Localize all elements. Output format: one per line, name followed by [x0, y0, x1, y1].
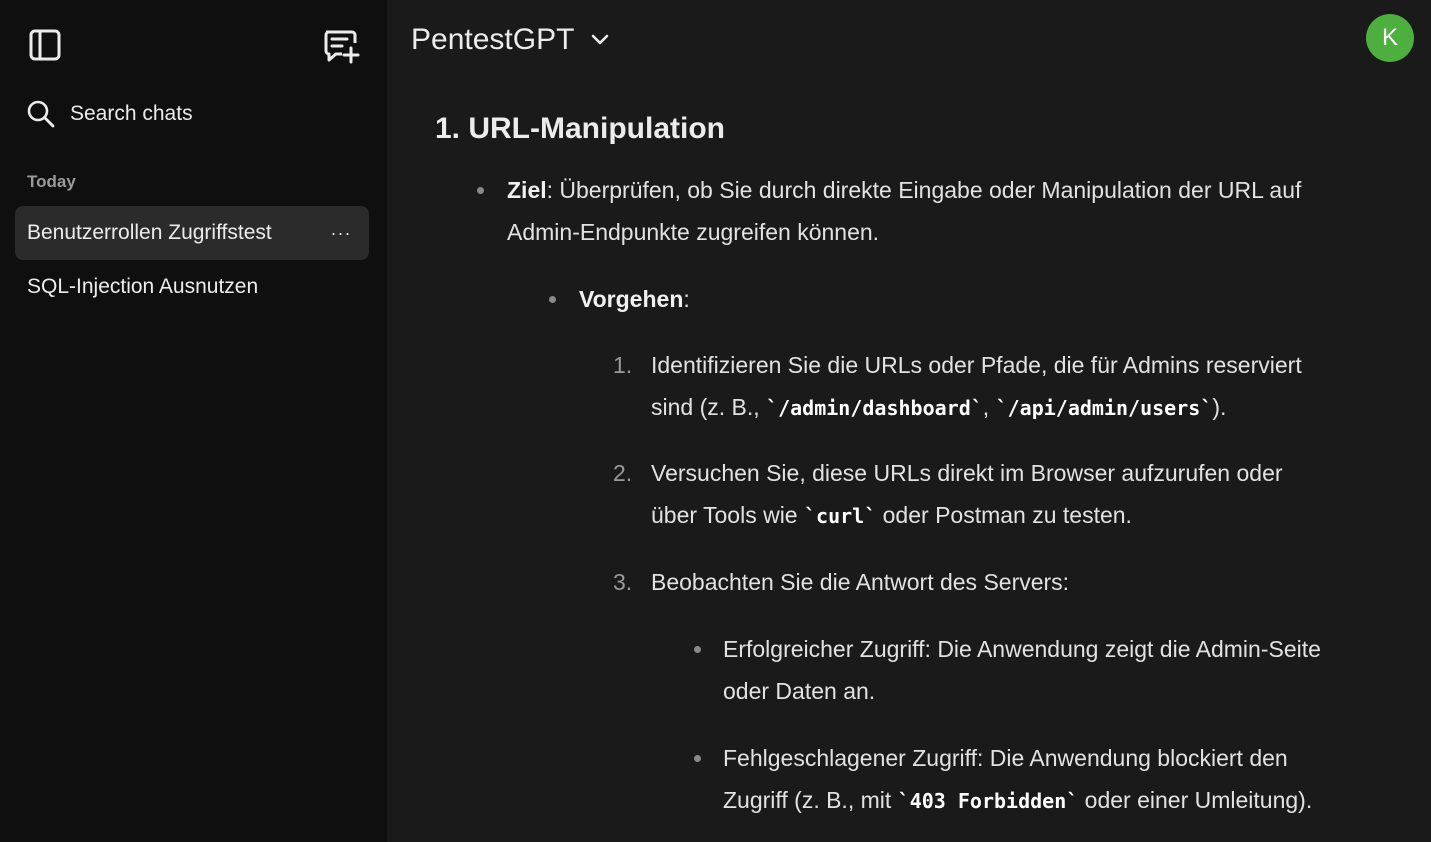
search-chats-button[interactable]: Search chats [26, 94, 366, 134]
new-chat-icon [324, 30, 360, 64]
goal-paragraph: Ziel: Überprüfen, ob Sie durch direkte E… [507, 169, 1301, 253]
goal-text-line1: : Überprüfen, ob Sie durch direkte Einga… [546, 177, 1302, 203]
step-1-line2-end: ). [1212, 394, 1227, 420]
step-number: 2. [613, 460, 633, 486]
step-1-line2-text: sind (z. B., [651, 394, 767, 420]
more-options-icon[interactable]: ··· [327, 219, 355, 247]
search-icon [27, 100, 55, 128]
sidebar-toggle-button[interactable] [26, 26, 64, 64]
goal-label: Ziel [507, 177, 547, 203]
procedure-label: Vorgehen [579, 286, 684, 312]
step-1-text: Identifizieren Sie die URLs oder Pfade, … [651, 344, 1302, 429]
result-failure-line2-end: oder einer Umleitung). [1078, 787, 1313, 813]
step-2-text: Versuchen Sie, diese URLs direkt im Brow… [651, 452, 1283, 537]
code-curl: `curl` [804, 504, 877, 528]
procedure-colon: : [683, 286, 690, 312]
result-success-line2: oder Daten an. [723, 678, 876, 704]
result-failure: Fehlgeschlagener Zugriff: Die Anwendung … [723, 737, 1312, 822]
sidebar: Search chats Today Benutzerrollen Zugrif… [0, 0, 387, 842]
result-success: Erfolgreicher Zugriff: Die Anwendung zei… [723, 628, 1321, 712]
sidebar-panel-icon [29, 29, 61, 61]
bullet-marker [477, 187, 484, 194]
step-number: 3. [613, 569, 633, 595]
goal-text-line2: Admin-Endpunkte zugreifen können. [507, 219, 880, 245]
step-2-line1: Versuchen Sie, diese URLs direkt im Brow… [651, 460, 1283, 486]
model-selector[interactable]: PentestGPT [411, 18, 610, 62]
result-failure-line1: Fehlgeschlagener Zugriff: Die Anwendung … [723, 745, 1288, 771]
code-admin-dashboard: `/admin/dashboard` [766, 396, 983, 420]
step-number: 1. [613, 352, 633, 378]
search-chats-label: Search chats [70, 102, 193, 125]
chat-item-label: Benutzerrollen Zugriffstest [27, 221, 272, 244]
step-1-line1: Identifizieren Sie die URLs oder Pfade, … [651, 352, 1302, 378]
result-success-line1: Erfolgreicher Zugriff: Die Anwendung zei… [723, 636, 1321, 662]
result-failure-line2-text: Zugriff (z. B., mit [723, 787, 898, 813]
bullet-marker [549, 296, 556, 303]
bullet-marker [694, 646, 701, 653]
step-1-separator: , [982, 394, 996, 420]
chevron-down-icon [592, 34, 609, 45]
step-2-line2-text: über Tools wie [651, 502, 804, 528]
model-name: PentestGPT [411, 23, 575, 56]
procedure-heading: Vorgehen: [579, 278, 690, 320]
code-403-forbidden: `403 Forbidden` [897, 789, 1079, 813]
main-area: PentestGPT K 1. URL-Manipulation Ziel: Ü… [387, 0, 1431, 842]
new-chat-button[interactable] [318, 24, 362, 68]
section-label-today: Today [27, 172, 76, 191]
chat-item-label: SQL-Injection Ausnutzen [27, 275, 259, 298]
chat-item-active[interactable]: Benutzerrollen Zugriffstest ··· [15, 206, 369, 260]
chat-item[interactable]: SQL-Injection Ausnutzen [15, 260, 369, 314]
code-api-admin-users: `/api/admin/users` [995, 396, 1213, 420]
avatar[interactable]: K [1366, 14, 1414, 62]
step-2-line2-end: oder Postman zu testen. [876, 502, 1132, 528]
step-3-text: Beobachten Sie die Antwort des Servers: [651, 569, 1070, 595]
section-heading: 1. URL-Manipulation [435, 112, 725, 145]
bullet-marker [694, 755, 701, 762]
